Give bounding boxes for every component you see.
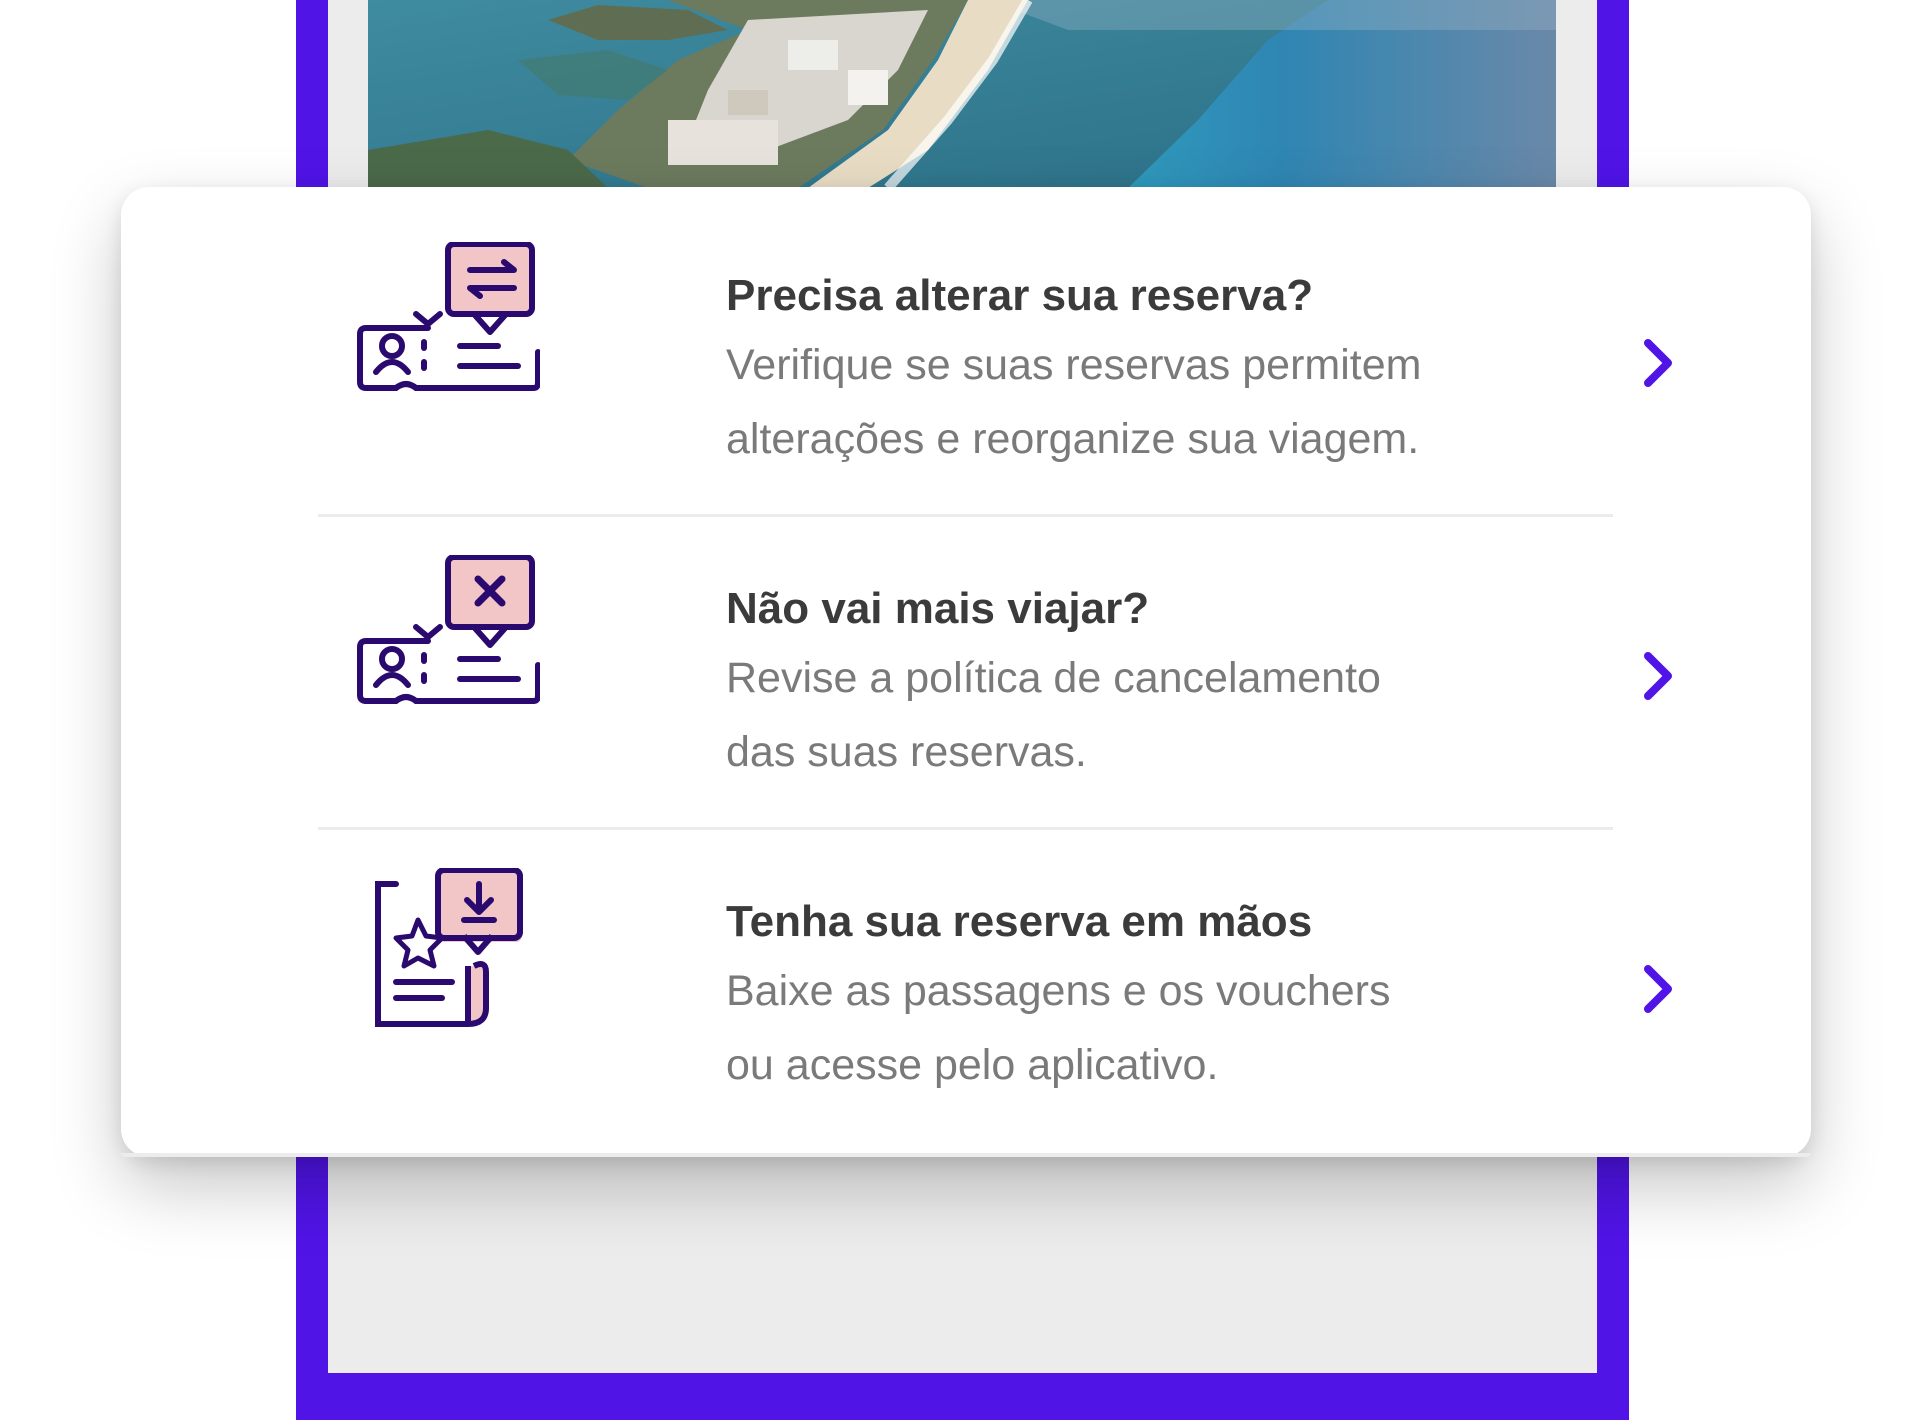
option-description: das suas reservas. bbox=[726, 728, 1087, 776]
chevron-right-icon[interactable] bbox=[1638, 337, 1678, 389]
help-options-card: Precisa alterar sua reserva? Verifique s… bbox=[121, 187, 1811, 1157]
option-cancel-booking[interactable]: Não vai mais viajar? Revise a política d… bbox=[318, 500, 1672, 812]
chevron-right-icon[interactable] bbox=[1638, 963, 1678, 1015]
cancel-booking-icon bbox=[356, 554, 541, 715]
option-change-booking[interactable]: Precisa alterar sua reserva? Verifique s… bbox=[318, 187, 1672, 499]
option-download-voucher[interactable]: Tenha sua reserva em mãos Baixe as passa… bbox=[318, 813, 1672, 1125]
hero-image bbox=[368, 0, 1556, 188]
option-title: Precisa alterar sua reserva? bbox=[726, 271, 1314, 320]
option-description: Revise a política de cancelamento bbox=[726, 654, 1381, 702]
option-description: Baixe as passagens e os vouchers bbox=[726, 967, 1391, 1015]
change-booking-icon bbox=[356, 241, 541, 402]
card-bottom-edge bbox=[121, 1153, 1811, 1157]
option-title: Tenha sua reserva em mãos bbox=[726, 897, 1313, 946]
chevron-right-icon[interactable] bbox=[1638, 650, 1678, 702]
option-description: alterações e reorganize sua viagem. bbox=[726, 415, 1420, 463]
option-description: ou acesse pelo aplicativo. bbox=[726, 1041, 1219, 1089]
option-description: Verifique se suas reservas permitem bbox=[726, 341, 1422, 389]
option-title: Não vai mais viajar? bbox=[726, 584, 1150, 633]
download-voucher-icon bbox=[356, 867, 540, 1028]
